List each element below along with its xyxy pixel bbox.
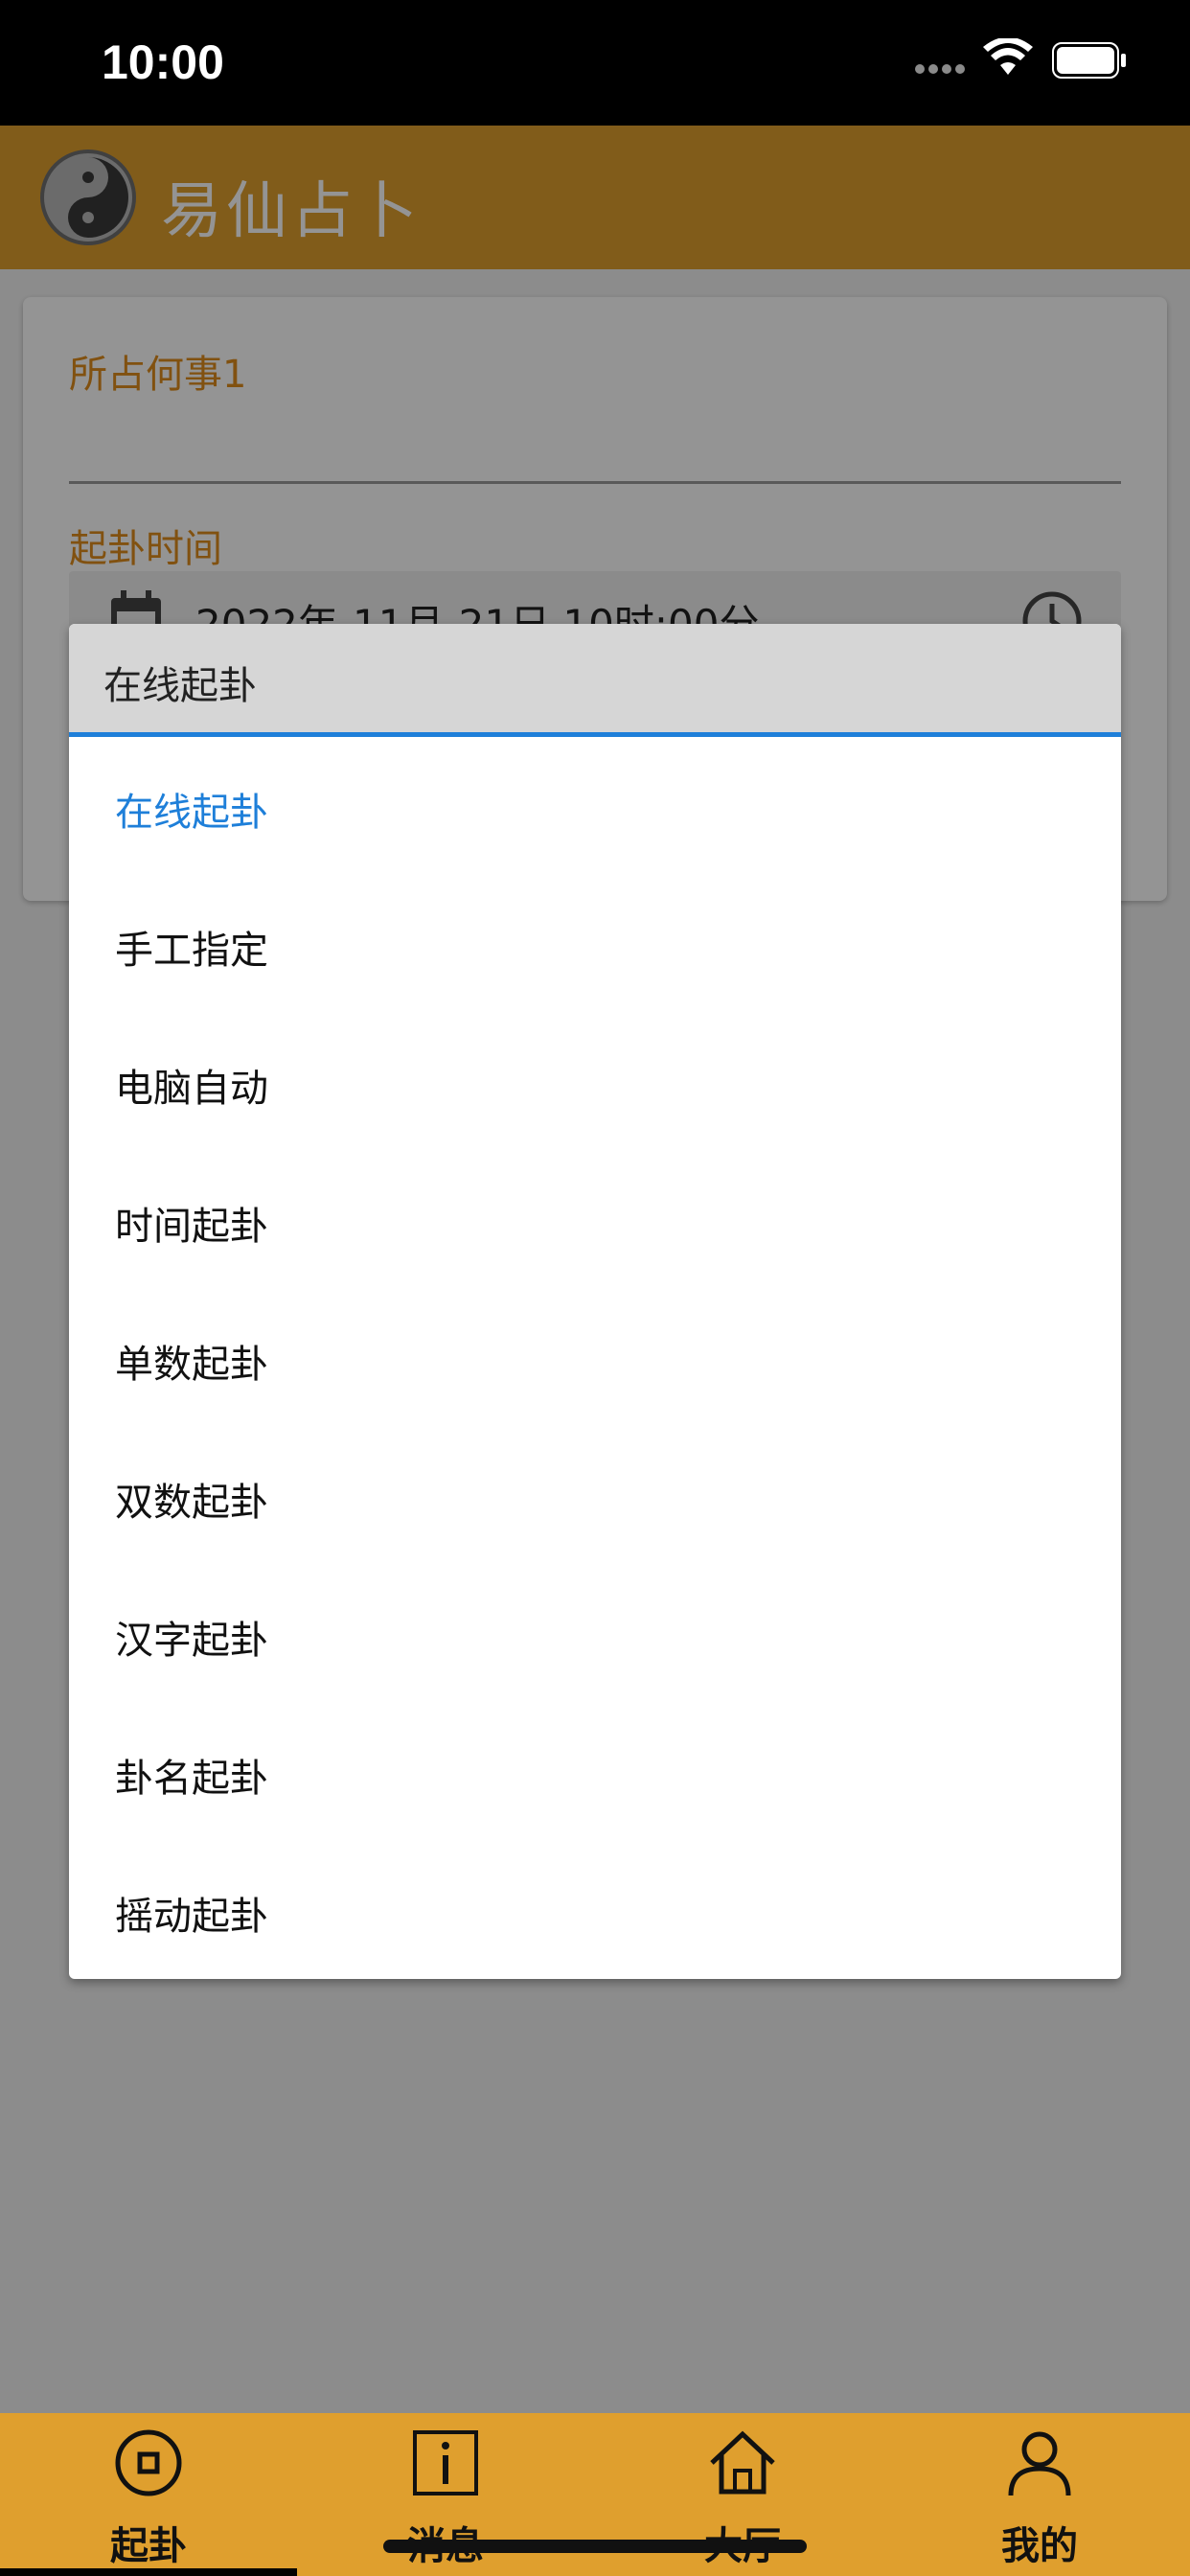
option-label: 卦名起卦	[115, 1757, 268, 1801]
option-label: 单数起卦	[115, 1343, 268, 1387]
option-label: 汉字起卦	[115, 1619, 268, 1663]
dropdown-option-double-number[interactable]: 双数起卦	[69, 1427, 1121, 1565]
dropdown-option-shake[interactable]: 摇动起卦	[69, 1841, 1121, 1979]
dropdown-option-auto[interactable]: 电脑自动	[69, 1013, 1121, 1151]
dropdown-option-online[interactable]: 在线起卦	[69, 737, 1121, 875]
info-icon	[413, 2430, 478, 2496]
dropdown-option-hexagram-name[interactable]: 卦名起卦	[69, 1703, 1121, 1841]
dropdown-options: 在线起卦 手工指定 电脑自动 时间起卦 单数起卦 双数起卦 汉字起卦 卦名起卦 …	[69, 737, 1121, 1979]
option-label: 双数起卦	[115, 1481, 268, 1525]
dropdown-option-time[interactable]: 时间起卦	[69, 1151, 1121, 1289]
nav-active-indicator	[0, 2568, 297, 2576]
home-indicator[interactable]	[383, 2540, 807, 2553]
option-label: 手工指定	[115, 929, 268, 973]
option-label: 时间起卦	[115, 1205, 268, 1249]
wifi-icon	[983, 36, 1033, 80]
nav-label: 我的	[1001, 2524, 1078, 2568]
nav-item-divination[interactable]: 起卦	[0, 2413, 297, 2576]
battery-icon	[1052, 42, 1129, 82]
option-label: 电脑自动	[115, 1067, 268, 1111]
dropdown-option-manual[interactable]: 手工指定	[69, 875, 1121, 1013]
nav-label: 起卦	[110, 2524, 187, 2568]
dropdown-option-single-number[interactable]: 单数起卦	[69, 1289, 1121, 1427]
option-label: 在线起卦	[115, 791, 268, 835]
status-time: 10:00	[102, 35, 224, 89]
option-label: 摇动起卦	[115, 1895, 268, 1939]
circle-square-icon	[115, 2429, 182, 2496]
dropdown-current-value[interactable]: 在线起卦	[69, 624, 1121, 737]
status-bar: 10:00	[0, 0, 1190, 126]
nav-item-profile[interactable]: 我的	[891, 2413, 1188, 2576]
dropdown-option-chinese-character[interactable]: 汉字起卦	[69, 1565, 1121, 1703]
user-icon	[1008, 2431, 1071, 2496]
dropdown-current-label: 在线起卦	[103, 664, 257, 708]
home-icon	[710, 2430, 775, 2495]
divination-method-dropdown: 在线起卦 在线起卦 手工指定 电脑自动 时间起卦 单数起卦 双数起卦 汉字起卦 …	[69, 624, 1121, 1979]
signal-icon	[915, 59, 969, 78]
